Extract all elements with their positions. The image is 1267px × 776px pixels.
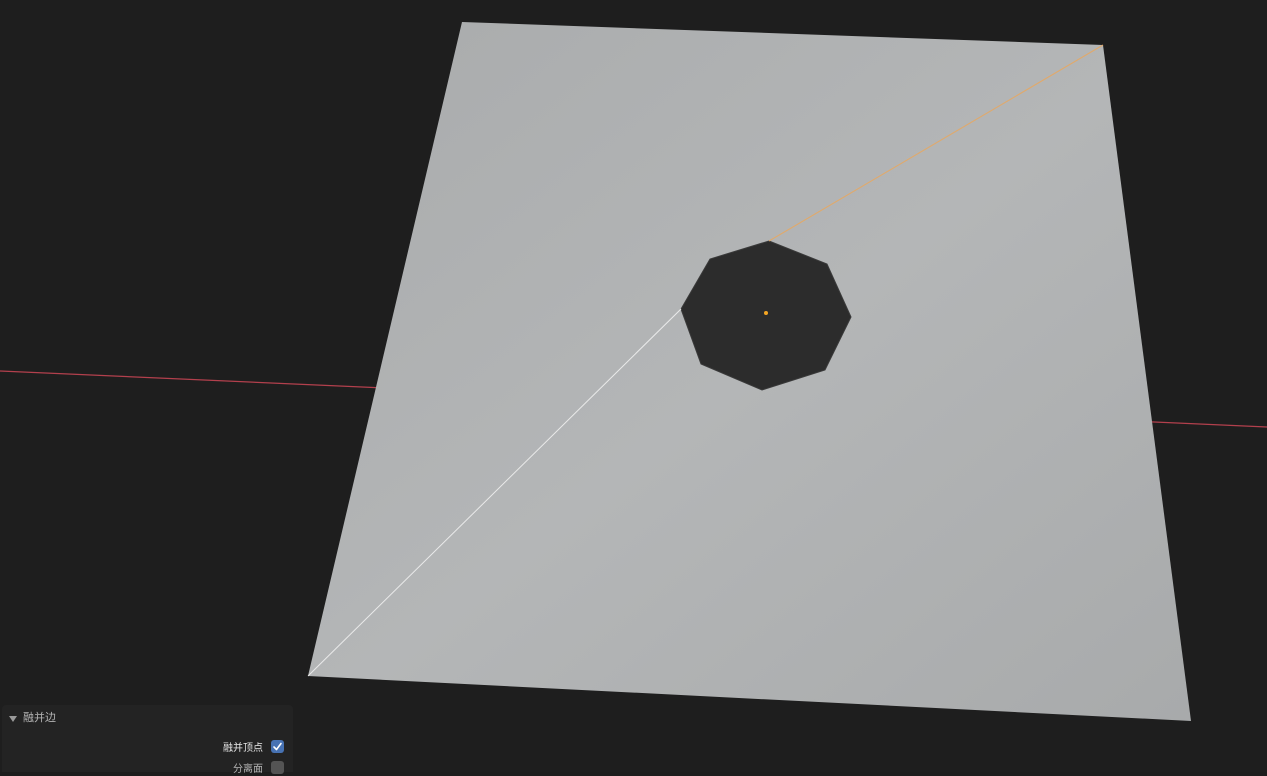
checkmark-icon — [273, 742, 282, 750]
option-face-split-row[interactable]: 分离面 — [233, 758, 284, 776]
option-face-split-label: 分离面 — [233, 763, 263, 775]
option-dissolve-vertices-checkbox[interactable] — [271, 739, 284, 753]
triangle-down-icon[interactable] — [9, 713, 17, 722]
option-dissolve-vertices-label: 融并顶点 — [223, 742, 263, 754]
3d-viewport[interactable] — [0, 0, 1267, 772]
object-origin-dot — [764, 311, 768, 315]
viewport-canvas[interactable] — [0, 0, 1267, 772]
option-dissolve-vertices-row[interactable]: 融并顶点 — [223, 737, 284, 755]
operator-panel-header[interactable]: 融并边 — [2, 705, 293, 728]
operator-panel: 融并边 融并顶点 分离面 — [2, 705, 293, 775]
operator-panel-title: 融并边 — [23, 710, 56, 724]
